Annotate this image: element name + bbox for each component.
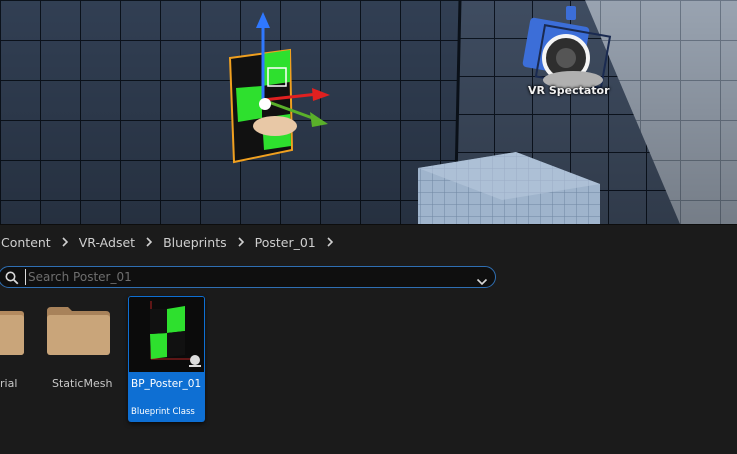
poster-thumbnail-icon (129, 297, 204, 372)
level-viewport[interactable]: VR Spectator (0, 0, 737, 224)
folder-label: rial (0, 377, 18, 390)
folder-icon (0, 311, 24, 355)
asset-name: BP_Poster_01 (131, 378, 202, 390)
chevron-right-icon[interactable] (326, 237, 334, 247)
search-icon (5, 270, 19, 289)
breadcrumb-content[interactable]: Content (1, 235, 51, 250)
chevron-down-icon[interactable] (476, 272, 488, 291)
asset-tile-bp-poster-01[interactable]: BP_Poster_01 Blueprint Class (128, 296, 205, 422)
actor-label-vr-spectator: VR Spectator (528, 84, 610, 97)
blueprint-thumbnail (129, 297, 204, 372)
breadcrumb: Content VR-Adset Blueprints Poster_01 (0, 231, 344, 253)
viewport-scene (0, 0, 737, 224)
chevron-right-icon[interactable] (145, 237, 153, 247)
search-bar[interactable] (0, 266, 496, 288)
chevron-right-icon[interactable] (61, 237, 69, 247)
breadcrumb-blueprints[interactable]: Blueprints (163, 235, 227, 250)
breadcrumb-vr-adset[interactable]: VR-Adset (79, 235, 135, 250)
content-browser: Content VR-Adset Blueprints Poster_01 Se… (0, 224, 737, 454)
chevron-right-icon[interactable] (237, 237, 245, 247)
folder-label-staticmesh: StaticMesh (52, 377, 113, 390)
folder-icon (47, 307, 110, 355)
breadcrumb-poster-01[interactable]: Poster_01 (255, 235, 316, 250)
asset-type-label: Blueprint Class (131, 407, 195, 417)
search-input[interactable] (25, 269, 468, 285)
